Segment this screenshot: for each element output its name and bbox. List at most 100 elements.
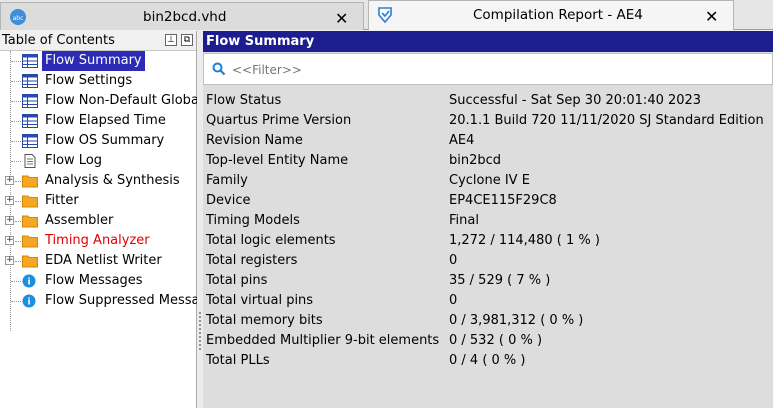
document-icon xyxy=(22,154,38,168)
toc-item-label: Flow Settings xyxy=(45,73,133,88)
info-icon: i xyxy=(22,294,38,308)
toc-item-label: Flow Non-Default Global xyxy=(45,93,197,108)
toc-item[interactable]: + Analysis & Synthesis xyxy=(0,171,197,191)
summary-row[interactable]: Quartus Prime Version 20.1.1 Build 720 11… xyxy=(203,111,773,131)
summary-row[interactable]: Revision Name AE4 xyxy=(203,131,773,151)
toc-item[interactable]: + Assembler xyxy=(0,211,197,231)
tree-branch-line xyxy=(11,301,21,302)
expand-icon[interactable]: + xyxy=(5,236,14,245)
filter-bar xyxy=(203,53,773,85)
expand-icon[interactable]: + xyxy=(5,196,14,205)
summary-key: Total PLLs xyxy=(206,353,270,368)
toc-item[interactable]: Flow Non-Default Global xyxy=(0,91,197,111)
summary-value: 0 xyxy=(449,253,458,268)
summary-key: Quartus Prime Version xyxy=(206,113,352,128)
tab-bin2bcd-vhd[interactable]: abc bin2bcd.vhd ✕ xyxy=(0,2,364,30)
summary-value: 1,272 / 114,480 ( 1 % ) xyxy=(449,233,600,248)
summary-key: Total virtual pins xyxy=(206,293,314,308)
summary-row[interactable]: Total pins 35 / 529 ( 7 % ) xyxy=(203,271,773,291)
toc-item[interactable]: Flow OS Summary xyxy=(0,131,197,151)
summary-row[interactable]: Flow Status Successful - Sat Sep 30 20:01… xyxy=(203,91,773,111)
table-icon xyxy=(22,114,38,128)
tree-branch-line xyxy=(15,261,21,262)
toc-item[interactable]: + Fitter xyxy=(0,191,197,211)
toc-item[interactable]: Flow Log xyxy=(0,151,197,171)
folder-icon xyxy=(22,214,38,228)
toc-item-label: Flow Summary xyxy=(42,51,145,71)
summary-row[interactable]: Family Cyclone IV E xyxy=(203,171,773,191)
toc-item-label: Flow Messages xyxy=(45,273,143,288)
expand-icon[interactable]: + xyxy=(5,216,14,225)
table-icon xyxy=(22,74,38,88)
summary-key: Family xyxy=(206,173,248,188)
summary-key: Total logic elements xyxy=(206,233,336,248)
toc-header: Table of Contents ⊥ ⧉ xyxy=(0,31,196,51)
summary-row[interactable]: Total logic elements 1,272 / 114,480 ( 1 … xyxy=(203,231,773,251)
tab-compilation-report[interactable]: Compilation Report - AE4 ✕ xyxy=(368,0,734,30)
summary-key: Embedded Multiplier 9-bit elements xyxy=(206,333,440,348)
tree-branch-line xyxy=(11,141,21,142)
summary-row[interactable]: Total PLLs 0 / 4 ( 0 % ) xyxy=(203,351,773,371)
summary-key: Total registers xyxy=(206,253,298,268)
folder-icon xyxy=(22,174,38,188)
tree-branch-line xyxy=(11,281,21,282)
close-icon[interactable]: ✕ xyxy=(335,9,348,28)
summary-value: 0 / 532 ( 0 % ) xyxy=(449,333,543,348)
tree-branch-line xyxy=(11,161,21,162)
toc-item[interactable]: i Flow Messages xyxy=(0,271,197,291)
close-icon[interactable]: ✕ xyxy=(705,7,718,26)
summary-row[interactable]: Device EP4CE115F29C8 xyxy=(203,191,773,211)
summary-value: Cyclone IV E xyxy=(449,173,530,188)
toc-item-label: Assembler xyxy=(45,213,114,228)
table-icon xyxy=(22,54,38,68)
toc-item[interactable]: + Timing Analyzer xyxy=(0,231,197,251)
toc-item-label: Timing Analyzer xyxy=(45,233,150,248)
toc-item-label: Flow Elapsed Time xyxy=(45,113,166,128)
summary-row[interactable]: Timing Models Final xyxy=(203,211,773,231)
toc-item[interactable]: i Flow Suppressed Messag xyxy=(0,291,197,311)
table-of-contents-panel: Table of Contents ⊥ ⧉ Flow Summary Flow S… xyxy=(0,31,197,408)
tree-branch-line xyxy=(11,121,21,122)
tree-branch-line xyxy=(11,81,21,82)
summary-value: 0 xyxy=(449,293,458,308)
toc-item[interactable]: + EDA Netlist Writer xyxy=(0,251,197,271)
filter-input[interactable] xyxy=(232,60,752,80)
toc-item-label: Analysis & Synthesis xyxy=(45,173,180,188)
summary-key: Revision Name xyxy=(206,133,303,148)
summary-value: EP4CE115F29C8 xyxy=(449,193,557,208)
toc-item-label: EDA Netlist Writer xyxy=(45,253,162,268)
summary-row[interactable]: Total memory bits 0 / 3,981,312 ( 0 % ) xyxy=(203,311,773,331)
summary-key: Total memory bits xyxy=(206,313,323,328)
expand-icon[interactable]: + xyxy=(5,176,14,185)
tree-branch-line xyxy=(15,201,21,202)
svg-text:i: i xyxy=(27,278,30,288)
compilation-report-icon xyxy=(377,6,395,24)
expand-icon[interactable]: + xyxy=(5,256,14,265)
panel-title: Flow Summary xyxy=(203,31,773,52)
summary-key: Flow Status xyxy=(206,93,282,108)
info-icon: i xyxy=(22,274,38,288)
toc-item[interactable]: Flow Elapsed Time xyxy=(0,111,197,131)
toc-item[interactable]: Flow Summary xyxy=(0,51,197,71)
svg-text:i: i xyxy=(27,298,30,308)
search-icon[interactable] xyxy=(212,62,226,76)
toc-item[interactable]: Flow Settings xyxy=(0,71,197,91)
summary-row[interactable]: Total registers 0 xyxy=(203,251,773,271)
svg-text:abc: abc xyxy=(13,15,24,22)
tree-branch-line xyxy=(11,61,21,62)
folder-icon xyxy=(22,194,38,208)
splitter-grip-icon[interactable] xyxy=(198,311,202,351)
summary-row[interactable]: Embedded Multiplier 9-bit elements 0 / 53… xyxy=(203,331,773,351)
summary-row[interactable]: Top-level Entity Name bin2bcd xyxy=(203,151,773,171)
tab-title: bin2bcd.vhd xyxy=(143,9,227,25)
float-window-icon[interactable]: ⧉ xyxy=(181,34,193,46)
summary-key: Total pins xyxy=(206,273,268,288)
folder-icon xyxy=(22,234,38,248)
toc-item-label: Flow Log xyxy=(45,153,103,168)
pin-icon[interactable]: ⊥ xyxy=(165,34,177,46)
summary-key: Top-level Entity Name xyxy=(206,153,349,168)
toc-item-label: Fitter xyxy=(45,193,79,208)
summary-row[interactable]: Total virtual pins 0 xyxy=(203,291,773,311)
summary-key: Timing Models xyxy=(206,213,300,228)
summary-value: 35 / 529 ( 7 % ) xyxy=(449,273,551,288)
